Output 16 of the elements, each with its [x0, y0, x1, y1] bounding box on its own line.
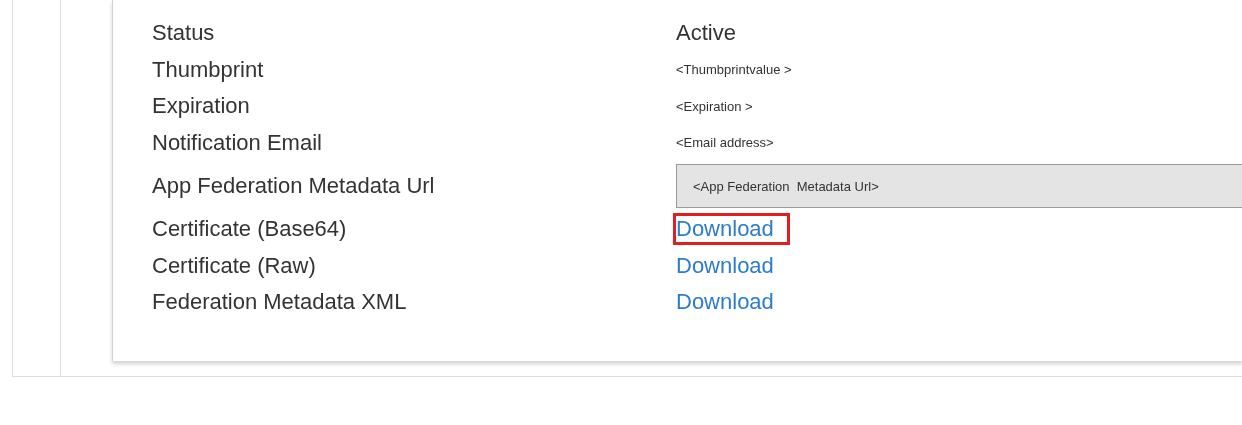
property-label: Expiration — [152, 93, 251, 120]
property-label: Certificate (Raw) — [152, 252, 317, 279]
download-link[interactable]: Download — [673, 249, 790, 282]
property-value: <Email address> — [676, 135, 774, 151]
download-link[interactable]: Download — [673, 213, 790, 246]
property-label: App Federation Metadata Url — [152, 173, 436, 199]
property-value: <Expiration > — [676, 98, 753, 114]
url-field[interactable]: <App Federation Metadata Url> — [676, 164, 1242, 208]
property-label: Federation Metadata XML — [152, 289, 408, 316]
property-value: <Thumbprintvalue > — [676, 62, 792, 78]
property-label: Notification Email — [152, 129, 323, 156]
property-label: Certificate (Base64) — [152, 216, 348, 243]
property-label: Thumbprint — [152, 56, 265, 83]
download-link[interactable]: Download — [673, 286, 790, 319]
property-value: Active — [676, 20, 736, 47]
property-label: Status — [152, 20, 216, 47]
